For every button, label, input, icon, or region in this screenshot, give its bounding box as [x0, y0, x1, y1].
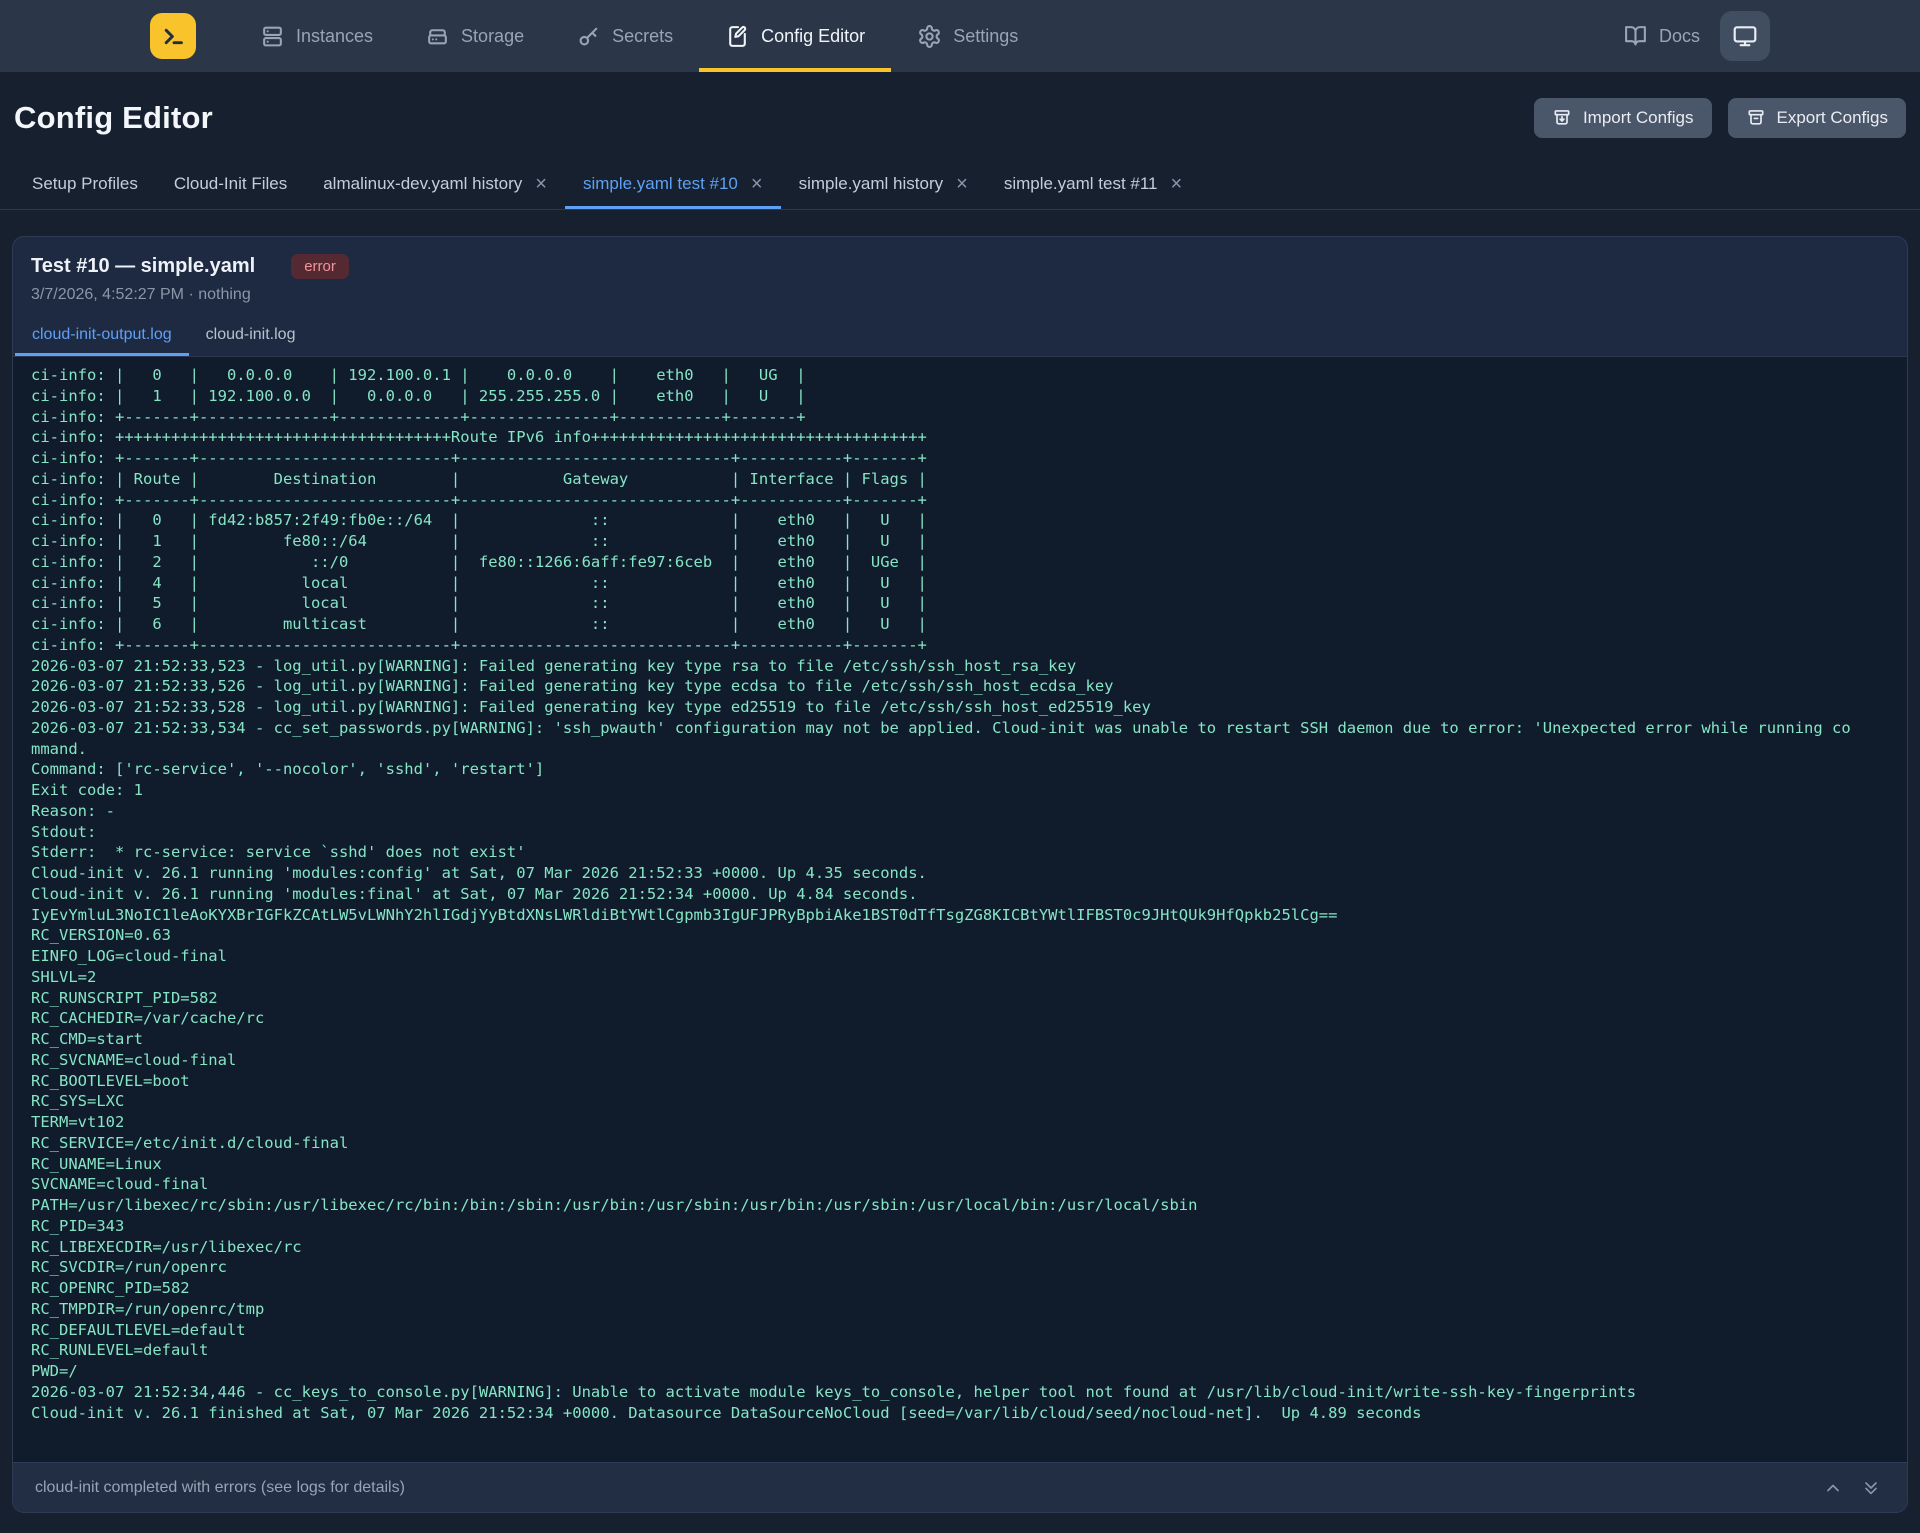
- export-configs-button[interactable]: Export Configs: [1728, 98, 1907, 138]
- page-title: Config Editor: [14, 100, 213, 136]
- tab-label: Setup Profiles: [32, 174, 138, 194]
- status-actions: [1819, 1474, 1885, 1502]
- nav-item-storage[interactable]: Storage: [399, 0, 550, 72]
- nav-left-group: Instances Storage Secrets Config Editor Sett…: [150, 0, 1044, 72]
- gear-icon: [917, 24, 942, 49]
- tab-label: almalinux-dev.yaml history: [323, 174, 522, 194]
- tray-icon: [1746, 108, 1766, 128]
- tab-label: simple.yaml history: [799, 174, 944, 194]
- nav-item-secrets[interactable]: Secrets: [550, 0, 699, 72]
- tab-simple-yaml-test-11[interactable]: simple.yaml test #11 ×: [986, 162, 1200, 209]
- docs-label: Docs: [1659, 26, 1700, 47]
- close-icon[interactable]: ×: [751, 174, 763, 194]
- test-timestamp: 3/7/2026, 4:52:27 PM · nothing: [31, 286, 1889, 304]
- book-open-icon-slot: [1623, 24, 1648, 49]
- header-actions: Import Configs Export Configs: [1534, 98, 1906, 138]
- nav-item-label: Storage: [461, 26, 524, 47]
- tray-down-icon: [1552, 108, 1572, 128]
- nav-item-label: Instances: [296, 26, 373, 47]
- nav-item-label: Secrets: [612, 26, 673, 47]
- nav-items: Instances Storage Secrets Config Editor Sett…: [234, 0, 1044, 72]
- instances-icon: [260, 24, 285, 49]
- tab-label: Cloud-Init Files: [174, 174, 287, 194]
- file-pen-icon: [725, 24, 750, 49]
- tab-cloud-init-files[interactable]: Cloud-Init Files: [156, 162, 305, 209]
- page-header: Config Editor Import Configs Export Conf…: [0, 72, 1920, 138]
- tab-almalinux-dev-yaml-history[interactable]: almalinux-dev.yaml history ×: [305, 162, 565, 209]
- nav-item-config-editor[interactable]: Config Editor: [699, 0, 891, 72]
- chevron-up-icon: [1823, 1478, 1843, 1498]
- nav-item-label: Config Editor: [761, 26, 865, 47]
- display-mode-button[interactable]: [1720, 11, 1770, 61]
- monitor-icon: [1732, 23, 1758, 49]
- chevrons-down-icon: [1861, 1478, 1881, 1498]
- nav-right-group: Docs: [1623, 0, 1770, 72]
- top-nav: Instances Storage Secrets Config Editor Sett…: [0, 0, 1920, 72]
- storage-icon: [425, 24, 450, 49]
- test-result-header: Test #10 — simple.yaml error 3/7/2026, 4…: [13, 237, 1907, 316]
- status-message: cloud-init completed with errors (see lo…: [35, 1479, 405, 1497]
- tray-icon-slot: [1746, 108, 1766, 128]
- status-badge: error: [291, 254, 349, 279]
- import-configs-label: Import Configs: [1583, 108, 1694, 128]
- test-result-card: Test #10 — simple.yaml error 3/7/2026, 4…: [12, 236, 1908, 1513]
- tab-simple-yaml-test-10[interactable]: simple.yaml test #10 ×: [565, 162, 781, 209]
- main-tabs: Setup Profiles Cloud-Init Files almalinux-…: [0, 162, 1920, 210]
- tab-setup-profiles[interactable]: Setup Profiles: [14, 162, 156, 209]
- test-title-row: Test #10 — simple.yaml error: [31, 254, 1889, 279]
- close-icon[interactable]: ×: [1171, 174, 1183, 194]
- export-configs-label: Export Configs: [1777, 108, 1889, 128]
- nav-item-settings[interactable]: Settings: [891, 0, 1044, 72]
- tab-simple-yaml-history[interactable]: simple.yaml history ×: [781, 162, 986, 209]
- log-tab-cloud-init-log[interactable]: cloud-init.log: [189, 316, 313, 356]
- tray-down-icon-slot: [1552, 108, 1572, 128]
- nav-item-label: Settings: [953, 26, 1018, 47]
- key-icon: [576, 24, 601, 49]
- nav-item-docs[interactable]: Docs: [1623, 24, 1700, 49]
- tab-label: simple.yaml test #10: [583, 174, 738, 194]
- close-icon[interactable]: ×: [956, 174, 968, 194]
- tab-label: simple.yaml test #11: [1004, 174, 1158, 194]
- scroll-bottom-button[interactable]: [1857, 1474, 1885, 1502]
- terminal-icon: [160, 23, 187, 50]
- book-open-icon: [1623, 24, 1648, 49]
- scroll-top-button[interactable]: [1819, 1474, 1847, 1502]
- test-title: Test #10 — simple.yaml: [31, 255, 255, 278]
- log-tab-cloud-init-output-log[interactable]: cloud-init-output.log: [15, 316, 189, 356]
- close-icon[interactable]: ×: [535, 174, 547, 194]
- log-tabs: cloud-init-output.logcloud-init.log: [13, 316, 1907, 357]
- app-logo[interactable]: [150, 13, 196, 59]
- status-bar: cloud-init completed with errors (see lo…: [13, 1462, 1907, 1512]
- import-configs-button[interactable]: Import Configs: [1534, 98, 1712, 138]
- nav-item-instances[interactable]: Instances: [234, 0, 399, 72]
- log-output[interactable]: ci-info: | 0 | 0.0.0.0 | 192.100.0.1 | 0…: [13, 357, 1907, 1462]
